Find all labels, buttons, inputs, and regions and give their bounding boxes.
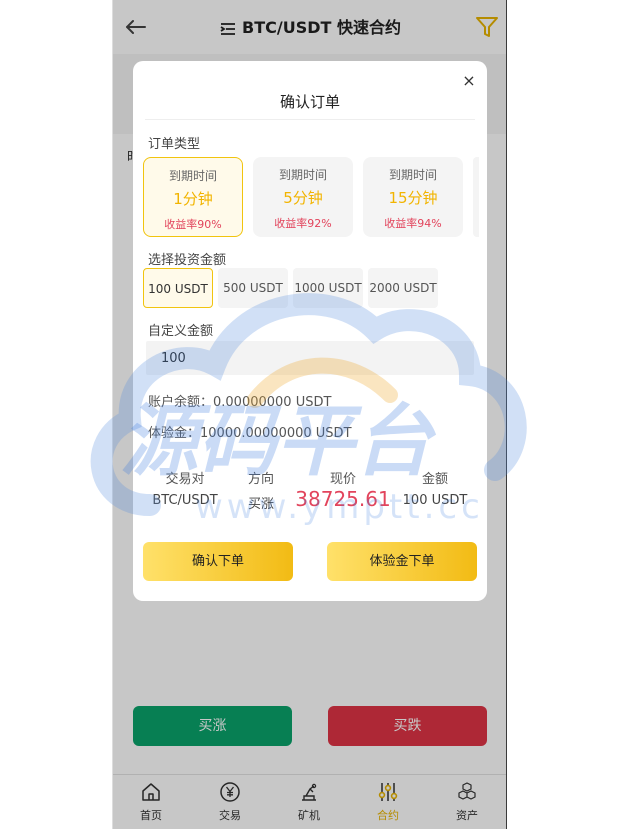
modal-divider bbox=[145, 119, 475, 120]
summary-header-amount: 金额 bbox=[421, 472, 448, 487]
custom-amount-label: 自定义金额 bbox=[148, 324, 214, 339]
amount-select-label: 选择投资金额 bbox=[148, 253, 227, 268]
order-type-option[interactable]: 到期时间 15分钟 收益率94% bbox=[363, 157, 463, 237]
order-type-option-partial[interactable] bbox=[473, 157, 479, 237]
trial-balance: 体验金：10000.00000000 USDT bbox=[148, 426, 352, 441]
order-type-duration: 5分钟 bbox=[283, 189, 323, 207]
order-type-time-label: 到期时间 bbox=[278, 168, 327, 182]
order-type-time-label: 到期时间 bbox=[168, 169, 217, 183]
amount-option[interactable]: 1000 USDT bbox=[293, 268, 363, 308]
summary-pair: BTC/USDT bbox=[152, 493, 218, 508]
close-icon[interactable]: × bbox=[461, 73, 477, 89]
summary-amount: 100 USDT bbox=[402, 493, 468, 508]
amount-option[interactable]: 2000 USDT bbox=[368, 268, 438, 308]
order-type-rate: 收益率90% bbox=[164, 218, 222, 231]
phone-frame: BTC/USDT 快速合约 时 买涨 买跌 首页 bbox=[112, 0, 507, 829]
order-type-option[interactable]: 到期时间 5分钟 收益率92% bbox=[253, 157, 353, 237]
trial-order-button[interactable]: 体验金下单 bbox=[327, 542, 477, 581]
screen: BTC/USDT 快速合约 时 买涨 买跌 首页 bbox=[0, 0, 619, 829]
modal-title: 确认订单 bbox=[279, 93, 340, 111]
summary-header-pair: 交易对 bbox=[165, 472, 205, 487]
summary-price: 38725.61 bbox=[295, 487, 391, 511]
amount-option[interactable]: 100 USDT bbox=[143, 268, 213, 308]
custom-amount-input[interactable] bbox=[146, 341, 474, 375]
summary-header-direction: 方向 bbox=[247, 472, 274, 487]
order-type-duration: 15分钟 bbox=[388, 189, 438, 207]
confirm-order-button[interactable]: 确认下单 bbox=[143, 542, 293, 581]
order-type-duration: 1分钟 bbox=[173, 190, 213, 208]
order-type-label: 订单类型 bbox=[148, 137, 201, 152]
order-type-rate: 收益率94% bbox=[384, 217, 442, 230]
confirm-order-modal: × 确认订单 订单类型 到期时间 1分钟 收益率90% 到期时间 5分钟 收益率… bbox=[133, 61, 487, 601]
summary-direction: 买涨 bbox=[247, 497, 274, 512]
summary-header-price: 现价 bbox=[329, 472, 356, 487]
order-type-rate: 收益率92% bbox=[274, 217, 332, 230]
order-type-time-label: 到期时间 bbox=[388, 168, 437, 182]
amount-option[interactable]: 500 USDT bbox=[218, 268, 288, 308]
account-balance: 账户余额：0.00000000 USDT bbox=[148, 395, 332, 410]
order-type-option[interactable]: 到期时间 1分钟 收益率90% bbox=[143, 157, 243, 237]
